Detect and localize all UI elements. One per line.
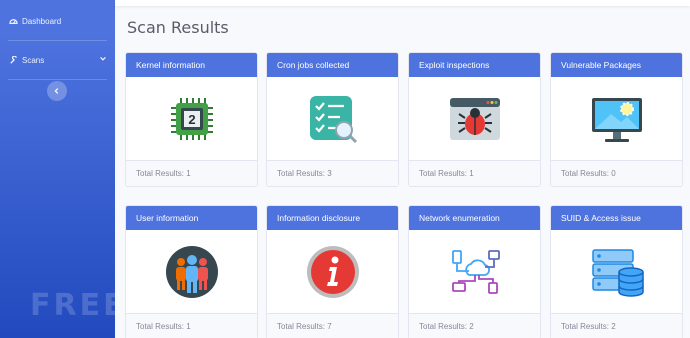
- card-suid-access-issue[interactable]: SUID & Access issue Total Results: 2: [550, 205, 683, 338]
- page-title: Scan Results: [127, 18, 229, 37]
- svg-text:2: 2: [188, 112, 195, 127]
- chevron-down-icon: [99, 55, 107, 65]
- card-title: Vulnerable Packages: [551, 53, 682, 77]
- card-title: Exploit inspections: [409, 53, 540, 77]
- card-footer: Total Results: 7: [267, 313, 398, 338]
- card-footer: Total Results: 1: [126, 313, 257, 338]
- sidebar-divider: [8, 79, 107, 80]
- browser-bug-icon: [449, 97, 500, 140]
- card-footer: Total Results: 1: [126, 160, 257, 186]
- card-information-disclosure[interactable]: Information disclosure Total Results: 7: [266, 205, 399, 338]
- card-title: Kernel information: [126, 53, 257, 77]
- card-title: Network enumeration: [409, 206, 540, 230]
- cpu-chip-icon: 2: [170, 97, 213, 140]
- card-title: Information disclosure: [267, 206, 398, 230]
- network-cloud-icon: [451, 249, 500, 294]
- checklist-search-icon: [309, 95, 357, 143]
- card-title: SUID & Access issue: [551, 206, 682, 230]
- card-footer: Total Results: 1: [409, 160, 540, 186]
- card-user-information[interactable]: User information Total Results: 1: [125, 205, 258, 338]
- card-footer: Total Results: 2: [409, 313, 540, 338]
- chevron-left-icon: [54, 88, 59, 94]
- card-vulnerable-packages[interactable]: Vulnerable Packages Total Results: 0: [550, 52, 683, 187]
- card-footer: Total Results: 3: [267, 160, 398, 186]
- card-cron-jobs[interactable]: Cron jobs collected Total Results: 3: [266, 52, 399, 187]
- card-exploit-inspections[interactable]: Exploit inspections Total Results: 1: [408, 52, 541, 187]
- dashboard-icon: [8, 16, 18, 26]
- sidebar: Dashboard Scans FREEBUF: [0, 0, 200, 338]
- server-database-icon: [591, 248, 644, 297]
- card-kernel-information[interactable]: Kernel information 2 Total Results: 1: [125, 52, 258, 187]
- monitor-gear-icon: [591, 97, 642, 142]
- card-footer: Total Results: 2: [551, 313, 682, 338]
- card-title: Cron jobs collected: [267, 53, 398, 77]
- sidebar-item-label: Dashboard: [22, 16, 62, 26]
- sidebar-item-label: Scans: [22, 55, 45, 65]
- sidebar-item-dashboard[interactable]: Dashboard: [0, 2, 115, 40]
- sidebar-item-scans[interactable]: Scans: [0, 41, 115, 79]
- info-circle-icon: [306, 245, 359, 298]
- wrench-icon: [8, 55, 18, 65]
- main-content: Scan Results Kernel information 2 Total …: [115, 6, 690, 338]
- card-footer: Total Results: 0: [551, 160, 682, 186]
- card-network-enumeration[interactable]: Network enumeration Total Results: 2: [408, 205, 541, 338]
- card-title: User information: [126, 206, 257, 230]
- sidebar-toggle-button[interactable]: [47, 81, 67, 101]
- users-group-icon: [165, 245, 218, 298]
